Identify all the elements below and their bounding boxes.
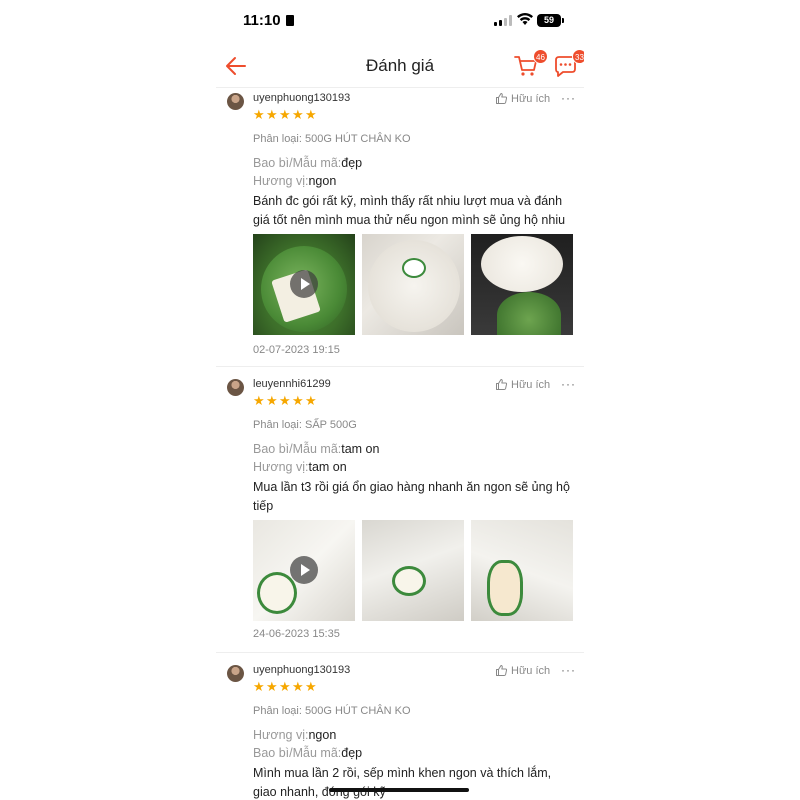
attribute-label: Bao bì/Mẫu mã: (253, 156, 342, 170)
review-item: uyenphuong130193 Hữu ích ··· ★ ★ ★ ★ ★ P… (216, 90, 584, 366)
cellular-signal-icon (494, 15, 512, 26)
rice-paper-disc (481, 236, 563, 292)
review-attribute: Hương vị:tam on (253, 460, 347, 474)
status-bar: 11:10 59 (216, 0, 584, 40)
chat-badge: 33 (572, 49, 584, 64)
battery-tip (562, 18, 564, 23)
variant-label: Phân loại: 500G HÚT CHÂN KO (253, 133, 411, 145)
more-options-icon[interactable]: ··· (561, 377, 576, 391)
star-icon: ★ (253, 679, 265, 694)
header-bar: Đánh giá 46 33 (216, 44, 584, 88)
star-icon: ★ (266, 107, 278, 122)
brand-logo-icon (402, 258, 426, 278)
variant-label: Phân loại: 500G HÚT CHÂN KO (253, 705, 411, 717)
attribute-label: Hương vị: (253, 174, 309, 188)
product-photo-leaf (497, 292, 561, 335)
review-date: 02-07-2023 19:15 (253, 344, 340, 356)
helpful-button[interactable]: Hữu ích (495, 664, 550, 677)
review-photo[interactable] (471, 520, 573, 621)
thumbs-up-icon (496, 93, 508, 104)
review-video-thumbnail[interactable] (253, 234, 355, 335)
review-photo[interactable] (471, 234, 573, 335)
star-icon: ★ (305, 393, 317, 408)
star-icon: ★ (292, 107, 304, 122)
attribute-label: Hương vị: (253, 728, 309, 742)
attribute-value: ngon (308, 174, 337, 188)
product-sticker (487, 560, 523, 616)
attribute-value: đẹp (341, 156, 363, 170)
star-icon: ★ (266, 679, 278, 694)
avatar[interactable] (227, 93, 244, 110)
review-username[interactable]: leuyennhi61299 (253, 378, 331, 390)
cart-button[interactable]: 46 (512, 49, 548, 80)
status-time: 11:10 (243, 12, 281, 29)
star-icon: ★ (279, 679, 291, 694)
review-comment: Bánh đc gói rất kỹ, mình thấy rất nhiu l… (253, 194, 566, 227)
review-attribute: Bao bì/Mẫu mã:tam on (253, 442, 379, 456)
wifi-icon (517, 13, 533, 25)
more-options-icon[interactable]: ··· (561, 91, 576, 105)
review-username[interactable]: uyenphuong130193 (253, 92, 350, 104)
home-indicator[interactable] (329, 788, 469, 792)
review-photo[interactable] (362, 234, 464, 335)
avatar[interactable] (227, 379, 244, 396)
thumbs-up-icon (496, 665, 508, 676)
review-username[interactable]: uyenphuong130193 (253, 664, 350, 676)
star-icon: ★ (292, 679, 304, 694)
review-item: leuyennhi61299 Hữu ích ··· ★ ★ ★ ★ ★ Phâ… (216, 376, 584, 652)
review-comment: Mình mua lần 2 rồi, sếp mình khen ngon v… (253, 766, 552, 799)
cart-badge: 46 (533, 49, 548, 64)
review-attribute: Bao bì/Mẫu mã:đẹp (253, 746, 362, 760)
star-rating: ★ ★ ★ ★ ★ (253, 393, 317, 408)
review-video-thumbnail[interactable] (253, 520, 355, 621)
product-sticker (257, 572, 297, 614)
helpful-button[interactable]: Hữu ích (495, 92, 550, 105)
play-icon (290, 556, 318, 584)
variant-label: Phân loại: SẤP 500G (253, 419, 357, 431)
helpful-button[interactable]: Hữu ích (495, 378, 550, 391)
chat-button[interactable]: 33 (551, 49, 584, 80)
id-card-icon (286, 15, 294, 26)
helpful-label: Hữu ích (511, 664, 551, 677)
play-icon (290, 270, 318, 298)
more-options-icon[interactable]: ··· (561, 663, 576, 677)
review-comment: Mua lần t3 rồi giá ổn giao hàng nhanh ăn… (253, 480, 570, 513)
review-photo[interactable] (362, 520, 464, 621)
attribute-label: Bao bì/Mẫu mã: (253, 442, 342, 456)
thumbs-up-icon (496, 379, 508, 390)
review-item: uyenphuong130193 Hữu ích ··· ★ ★ ★ ★ ★ P… (216, 662, 584, 800)
battery-indicator: 59 (537, 14, 561, 27)
helpful-label: Hữu ích (511, 378, 551, 391)
helpful-label: Hữu ích (511, 92, 551, 105)
review-date: 24-06-2023 15:35 (253, 628, 340, 640)
divider (216, 652, 584, 653)
attribute-value: tam on (341, 442, 380, 456)
star-icon: ★ (305, 107, 317, 122)
star-icon: ★ (292, 393, 304, 408)
review-attribute: Hương vị:ngon (253, 174, 336, 188)
star-icon: ★ (253, 107, 265, 122)
divider (216, 366, 584, 367)
star-icon: ★ (279, 393, 291, 408)
attribute-label: Hương vị: (253, 460, 309, 474)
review-attribute: Bao bì/Mẫu mã:đẹp (253, 156, 362, 170)
rice-paper-disc (368, 240, 460, 332)
star-rating: ★ ★ ★ ★ ★ (253, 107, 317, 122)
star-rating: ★ ★ ★ ★ ★ (253, 679, 317, 694)
attribute-value: đẹp (341, 746, 363, 760)
product-sticker (392, 566, 426, 596)
review-attribute: Hương vị:ngon (253, 728, 336, 742)
star-icon: ★ (253, 393, 265, 408)
star-icon: ★ (266, 393, 278, 408)
star-icon: ★ (279, 107, 291, 122)
attribute-value: ngon (308, 728, 337, 742)
attribute-value: tam on (308, 460, 347, 474)
star-icon: ★ (305, 679, 317, 694)
avatar[interactable] (227, 665, 244, 682)
phone-screen: 11:10 59 Đánh giá 46 33 uyenphuong130193… (216, 0, 584, 800)
attribute-label: Bao bì/Mẫu mã: (253, 746, 342, 760)
